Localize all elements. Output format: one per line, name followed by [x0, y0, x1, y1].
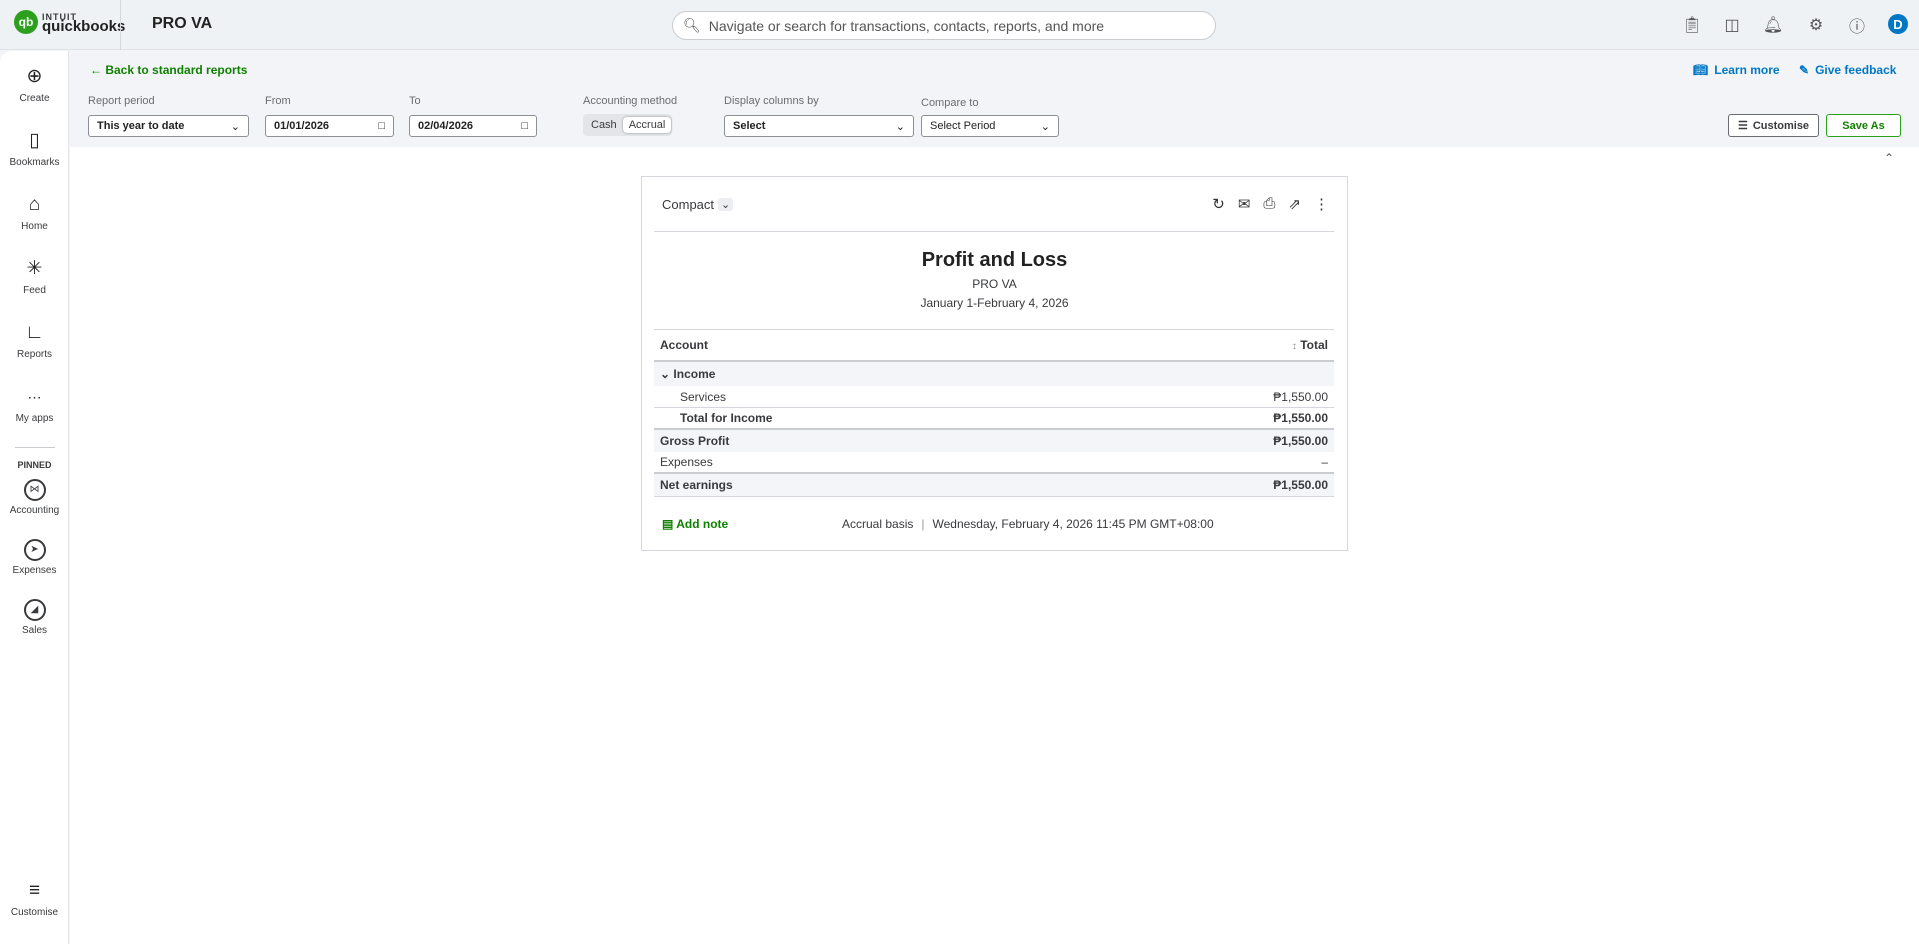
chevron-down-icon: ⌄	[230, 120, 240, 133]
table-row: Total for Income ₱1,550.00	[654, 408, 1334, 430]
note-icon: ▤	[662, 517, 674, 531]
plus-circle-icon: ⊕	[26, 66, 43, 87]
search-icon: 🔍︎	[683, 17, 701, 33]
export-icon[interactable]: ⇗	[1288, 195, 1301, 213]
table-row[interactable]: ⌄ Income	[654, 362, 1334, 386]
sidebar-item-sales[interactable]: ◢ Sales	[0, 599, 69, 636]
more-icon[interactable]: ⋮	[1314, 195, 1329, 213]
chart-icon: ∟	[25, 322, 44, 343]
accounting-method-label: Accounting method	[583, 95, 678, 107]
sliders-icon: ≡	[28, 880, 41, 901]
report-table: Account ↕ Total ⌄ Income Services ₱1,550.0…	[654, 329, 1334, 497]
customise-button[interactable]: ☰ Customise	[1728, 114, 1819, 137]
bookmark-icon: ▯	[29, 130, 40, 151]
basis-label: Accrual basis	[842, 517, 914, 531]
to-label: To	[409, 95, 421, 107]
view-select[interactable]: Compact ⌄	[662, 197, 734, 212]
back-link[interactable]: ← Back to standard reports	[90, 63, 247, 77]
sort-total[interactable]: ↕ Total	[1292, 338, 1328, 352]
book-icon: 📖︎	[1693, 63, 1709, 77]
expenses-icon: ➤	[23, 539, 46, 561]
display-columns-label: Display columns by	[724, 95, 819, 107]
divider	[120, 0, 121, 50]
divider	[654, 231, 1334, 232]
home-icon: ⌂	[28, 194, 41, 215]
sidebar-item-create[interactable]: ⊕ Create	[0, 65, 69, 104]
from-label: From	[265, 95, 291, 107]
calendar-icon: □	[521, 120, 528, 132]
sidebar-customise[interactable]: ≡ Customise	[0, 879, 69, 918]
apps-switch-icon[interactable]: ◫	[1721, 14, 1743, 36]
table-row: Expenses –	[654, 452, 1334, 474]
to-date-input[interactable]: 02/04/2026 □	[409, 115, 537, 137]
compare-to-label: Compare to	[921, 97, 979, 109]
sidebar-item-bookmarks[interactable]: ▯ Bookmarks	[0, 129, 69, 168]
calendar-icon: □	[378, 120, 385, 132]
report-card: Compact ⌄ ↻ ✉ ⎙ ⇗ ⋮ Profit and Loss PRO V…	[641, 176, 1348, 551]
display-columns-select[interactable]: Select ⌄	[724, 115, 914, 137]
feed-icon: ✳	[26, 258, 43, 279]
sliders-icon: ☰	[1737, 120, 1748, 132]
gear-icon[interactable]: ⚙	[1805, 14, 1827, 36]
report-company: PRO VA	[972, 277, 1017, 291]
pinned-heading: PINNED	[17, 460, 52, 470]
table-row: Gross Profit ₱1,550.00	[654, 430, 1334, 452]
email-icon[interactable]: ✉	[1238, 195, 1251, 213]
report-period: January 1-February 4, 2026	[920, 296, 1069, 310]
cash-option[interactable]: Cash	[585, 117, 623, 133]
report-title: Profit and Loss	[921, 249, 1068, 271]
table-header: Account ↕ Total	[654, 329, 1334, 362]
help-icon[interactable]: ⓘ	[1846, 14, 1868, 36]
report-period-label: Report period	[88, 95, 155, 107]
accounting-icon: ⋈	[23, 479, 46, 501]
arrow-left-icon: ←	[90, 63, 102, 77]
chevron-down-icon: ⌄	[718, 198, 734, 211]
bell-icon[interactable]: 🔔︎	[1762, 14, 1784, 36]
sidebar-item-reports[interactable]: ∟ Reports	[0, 321, 69, 360]
collapse-icon[interactable]: ⌃	[1884, 151, 1894, 165]
avatar[interactable]: D	[1888, 14, 1908, 34]
table-row[interactable]: Services ₱1,550.00	[654, 386, 1334, 408]
accrual-option[interactable]: Accrual	[622, 117, 672, 133]
sales-icon: ◢	[23, 599, 46, 621]
logo-icon: qb	[14, 10, 38, 34]
sidebar-item-expenses[interactable]: ➤ Expenses	[0, 539, 69, 576]
chevron-down-icon: ⌄	[895, 120, 905, 133]
sidebar-item-feed[interactable]: ✳ Feed	[0, 257, 69, 296]
sidebar: ⊕ Create ▯ Bookmarks ⌂ Home ✳ Feed ∟ Reports …	[0, 51, 69, 944]
company-name: PRO VA	[152, 15, 213, 32]
sidebar-item-my-apps[interactable]: ⋯ My apps	[0, 385, 69, 424]
quickbooks-logo[interactable]: qb INTUIT quickbooks	[14, 10, 125, 34]
feedback-icon: ✎	[1799, 63, 1810, 77]
compare-to-select[interactable]: Select Period ⌄	[921, 115, 1059, 137]
grid-icon: ⋯	[27, 389, 42, 405]
chevron-down-icon[interactable]: ⌄	[660, 367, 670, 381]
separator: |	[921, 517, 925, 531]
chevron-down-icon: ⌄	[1040, 120, 1050, 133]
divider	[15, 447, 55, 448]
report-timestamp: Wednesday, February 4, 2026 11:45 PM GMT…	[932, 517, 1214, 531]
report-period-select[interactable]: This year to date ⌄	[88, 115, 249, 137]
add-note-button[interactable]: ▤ Add note	[662, 517, 842, 531]
give-feedback-link[interactable]: ✎ Give feedback	[1799, 63, 1896, 77]
from-date-input[interactable]: 01/01/2026 □	[265, 115, 394, 137]
print-icon[interactable]: ⎙	[1263, 195, 1275, 213]
sidebar-item-home[interactable]: ⌂ Home	[0, 193, 69, 232]
refresh-icon[interactable]: ↻	[1212, 195, 1225, 213]
save-as-button[interactable]: Save As	[1826, 114, 1901, 137]
report-footer: ▤ Add note Accrual basis | Wednesday, Fe…	[662, 517, 1332, 531]
sort-icon: ↕	[1291, 341, 1297, 352]
learn-more-link[interactable]: 📖︎ Learn more	[1693, 63, 1780, 77]
tasks-icon[interactable]: 📋︎	[1681, 14, 1703, 36]
table-row: Net earnings ₱1,550.00	[654, 474, 1334, 497]
search-input[interactable]: 🔍︎ Navigate or search for transactions, c…	[672, 11, 1216, 40]
accounting-method-toggle: Cash Accrual	[583, 114, 672, 136]
sidebar-item-accounting[interactable]: ⋈ Accounting	[0, 479, 69, 516]
